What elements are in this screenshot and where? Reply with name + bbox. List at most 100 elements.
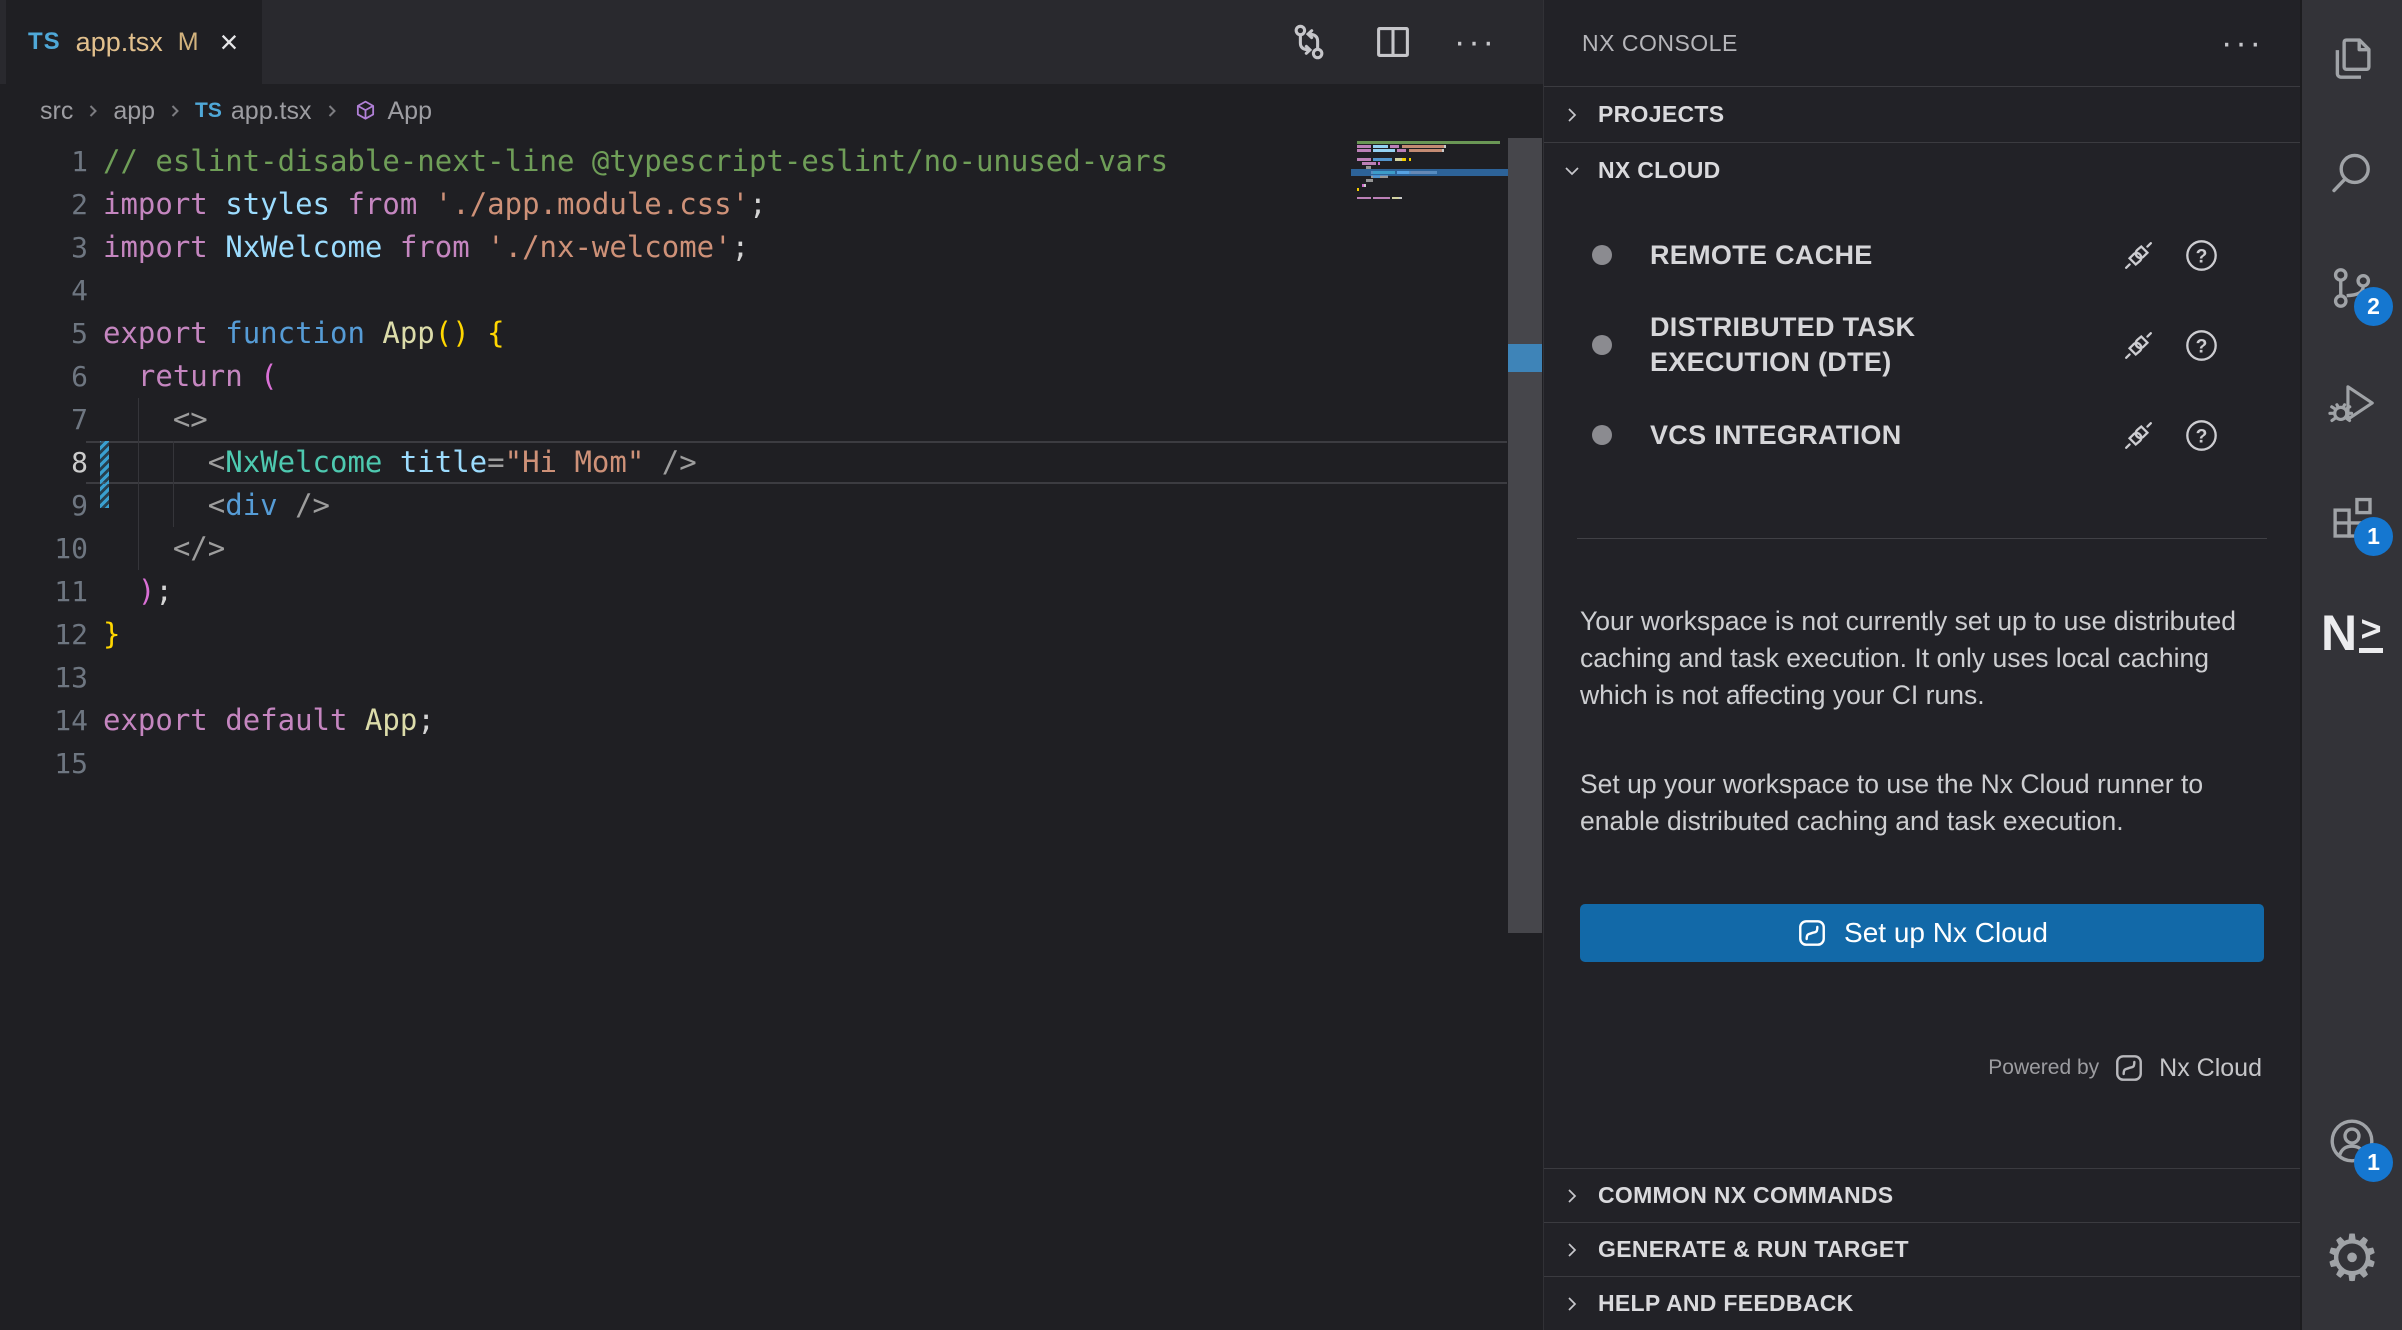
run-and-debug-icon[interactable]	[2302, 359, 2402, 447]
connect-plug-icon[interactable]	[2120, 237, 2157, 274]
section-nx-cloud[interactable]: NX CLOUD	[1544, 142, 2300, 198]
source-control-icon[interactable]: 2	[2302, 244, 2402, 332]
line-number[interactable]: 6	[0, 355, 88, 398]
explorer-icon[interactable]	[2302, 14, 2402, 102]
line-number[interactable]: 13	[0, 656, 88, 699]
scrollbar-slider[interactable]	[1508, 138, 1542, 933]
close-tab-icon[interactable]: ×	[220, 26, 239, 58]
breadcrumb-item-app[interactable]: app	[113, 97, 155, 126]
code-line[interactable]: 14export default App;	[0, 699, 1543, 742]
section-generate-run-target[interactable]: GENERATE & RUN TARGET	[1544, 1222, 2300, 1276]
nx-console-icon[interactable]: N>	[2302, 589, 2402, 677]
line-number[interactable]: 3	[0, 226, 88, 269]
editor-actions: ···	[1286, 0, 1543, 84]
section-projects[interactable]: PROJECTS	[1544, 86, 2300, 142]
code-line[interactable]: 12}	[0, 613, 1543, 656]
code-line[interactable]: 11 );	[0, 570, 1543, 613]
code-text: <NxWelcome title="Hi Mom" />	[88, 441, 697, 484]
more-actions-icon[interactable]: ···	[1454, 25, 1497, 59]
connect-plug-icon[interactable]	[2120, 417, 2157, 454]
code-text: export default App;	[88, 699, 435, 742]
line-number[interactable]: 10	[0, 527, 88, 570]
code-line[interactable]: 2import styles from './app.module.css';	[0, 183, 1543, 226]
code-text: export function App() {	[88, 312, 505, 355]
accounts-badge: 1	[2354, 1143, 2393, 1182]
chevron-right-icon	[1560, 1238, 1584, 1262]
tab-bar: TS app.tsx M × ···	[0, 0, 1543, 84]
search-icon[interactable]	[2302, 129, 2402, 217]
breadcrumb-item-file[interactable]: TS app.tsx	[195, 97, 311, 126]
code-line[interactable]: 7 <>	[0, 398, 1543, 441]
minimap-current-line	[1351, 169, 1509, 176]
status-dot	[1592, 425, 1612, 445]
code-text: import styles from './app.module.css';	[88, 183, 767, 226]
powered-by-row: Powered by Nx Cloud	[1988, 1046, 2262, 1090]
chevron-right-icon	[1560, 1184, 1584, 1208]
minimap[interactable]	[1357, 140, 1507, 204]
section-common-nx-commands[interactable]: COMMON NX COMMANDS	[1544, 1168, 2300, 1222]
breadcrumb-item-symbol-app[interactable]: App	[352, 97, 432, 126]
help-question-icon[interactable]: ?	[2183, 417, 2220, 454]
section-help-and-feedback[interactable]: HELP AND FEEDBACK	[1544, 1276, 2300, 1330]
powered-by-label: Powered by	[1988, 1056, 2099, 1080]
code-line[interactable]: 8 <NxWelcome title="Hi Mom" />	[0, 441, 1543, 484]
panel-title: NX CONSOLE	[1582, 30, 1738, 57]
code-text: // eslint-disable-next-line @typescript-…	[88, 140, 1168, 183]
code-editor[interactable]: 1// eslint-disable-next-line @typescript…	[0, 138, 1543, 1330]
breadcrumb: src app TS app.tsx App	[0, 84, 1543, 138]
line-number[interactable]: 5	[0, 312, 88, 355]
nx-cloud-logo-icon	[2113, 1052, 2145, 1084]
nx-cloud-description: Your workspace is not currently set up t…	[1580, 603, 2264, 714]
chevron-right-icon	[322, 101, 342, 121]
code-line[interactable]: 9 <div />	[0, 484, 1543, 527]
code-text: return (	[88, 355, 278, 398]
status-dot	[1592, 335, 1612, 355]
modified-overview-marker	[1508, 344, 1542, 372]
code-line[interactable]: 3import NxWelcome from './nx-welcome';	[0, 226, 1543, 269]
split-editor-icon[interactable]	[1370, 19, 1416, 65]
nx-cloud-logo-icon	[1796, 917, 1828, 949]
breadcrumb-item-src[interactable]: src	[40, 97, 73, 126]
code-line[interactable]: 13	[0, 656, 1543, 699]
help-question-icon[interactable]: ?	[2183, 327, 2220, 364]
chevron-right-icon	[165, 101, 185, 121]
connect-plug-icon[interactable]	[2120, 327, 2157, 364]
extensions-icon[interactable]: 1	[2302, 474, 2402, 562]
line-number[interactable]: 12	[0, 613, 88, 656]
nx-cloud-item-vcs: VCS INTEGRATION ?	[1544, 390, 2300, 480]
setup-nx-cloud-button[interactable]: Set up Nx Cloud	[1580, 904, 2264, 962]
code-line[interactable]: 15	[0, 742, 1543, 785]
code-line[interactable]: 6 return (	[0, 355, 1543, 398]
tab-filename: app.tsx	[76, 27, 163, 58]
nx-cloud-setup-hint: Set up your workspace to use the Nx Clou…	[1580, 766, 2264, 840]
nx-console-panel: NX CONSOLE ··· PROJECTS NX CLOUD REMOTE …	[1543, 0, 2300, 1330]
line-number[interactable]: 4	[0, 269, 88, 312]
code-line[interactable]: 10 </>	[0, 527, 1543, 570]
editor-scrollbar[interactable]	[1507, 138, 1543, 1330]
nx-cloud-content: REMOTE CACHE ? DISTRIBUTED TASK EXECUTIO…	[1544, 198, 2300, 1168]
extensions-badge: 1	[2354, 517, 2393, 556]
chevron-right-icon	[1560, 103, 1584, 127]
code-line[interactable]: 4	[0, 269, 1543, 312]
code-line[interactable]: 5export function App() {	[0, 312, 1543, 355]
nx-cloud-item-dte: DISTRIBUTED TASK EXECUTION (DTE) ?	[1544, 300, 2300, 390]
line-number[interactable]: 7	[0, 398, 88, 441]
line-number[interactable]: 9	[0, 484, 88, 527]
line-number[interactable]: 1	[0, 140, 88, 183]
panel-more-actions-icon[interactable]: ···	[2221, 26, 2264, 60]
settings-gear-icon[interactable]: ⚙	[2302, 1215, 2402, 1303]
help-question-icon[interactable]: ?	[2183, 237, 2220, 274]
compare-changes-icon[interactable]	[1286, 19, 1332, 65]
line-number[interactable]: 14	[0, 699, 88, 742]
tab-app-tsx[interactable]: TS app.tsx M ×	[6, 0, 262, 84]
code-text: }	[88, 613, 120, 656]
line-number[interactable]: 2	[0, 183, 88, 226]
collapsed-sections: COMMON NX COMMANDS GENERATE & RUN TARGET…	[1544, 1168, 2300, 1330]
accounts-icon[interactable]: 1	[2302, 1100, 2402, 1188]
line-number[interactable]: 15	[0, 742, 88, 785]
panel-header: NX CONSOLE ···	[1544, 0, 2300, 86]
code-text: <>	[88, 398, 208, 441]
code-line[interactable]: 1// eslint-disable-next-line @typescript…	[0, 140, 1543, 183]
line-number[interactable]: 8	[0, 441, 88, 484]
line-number[interactable]: 11	[0, 570, 88, 613]
